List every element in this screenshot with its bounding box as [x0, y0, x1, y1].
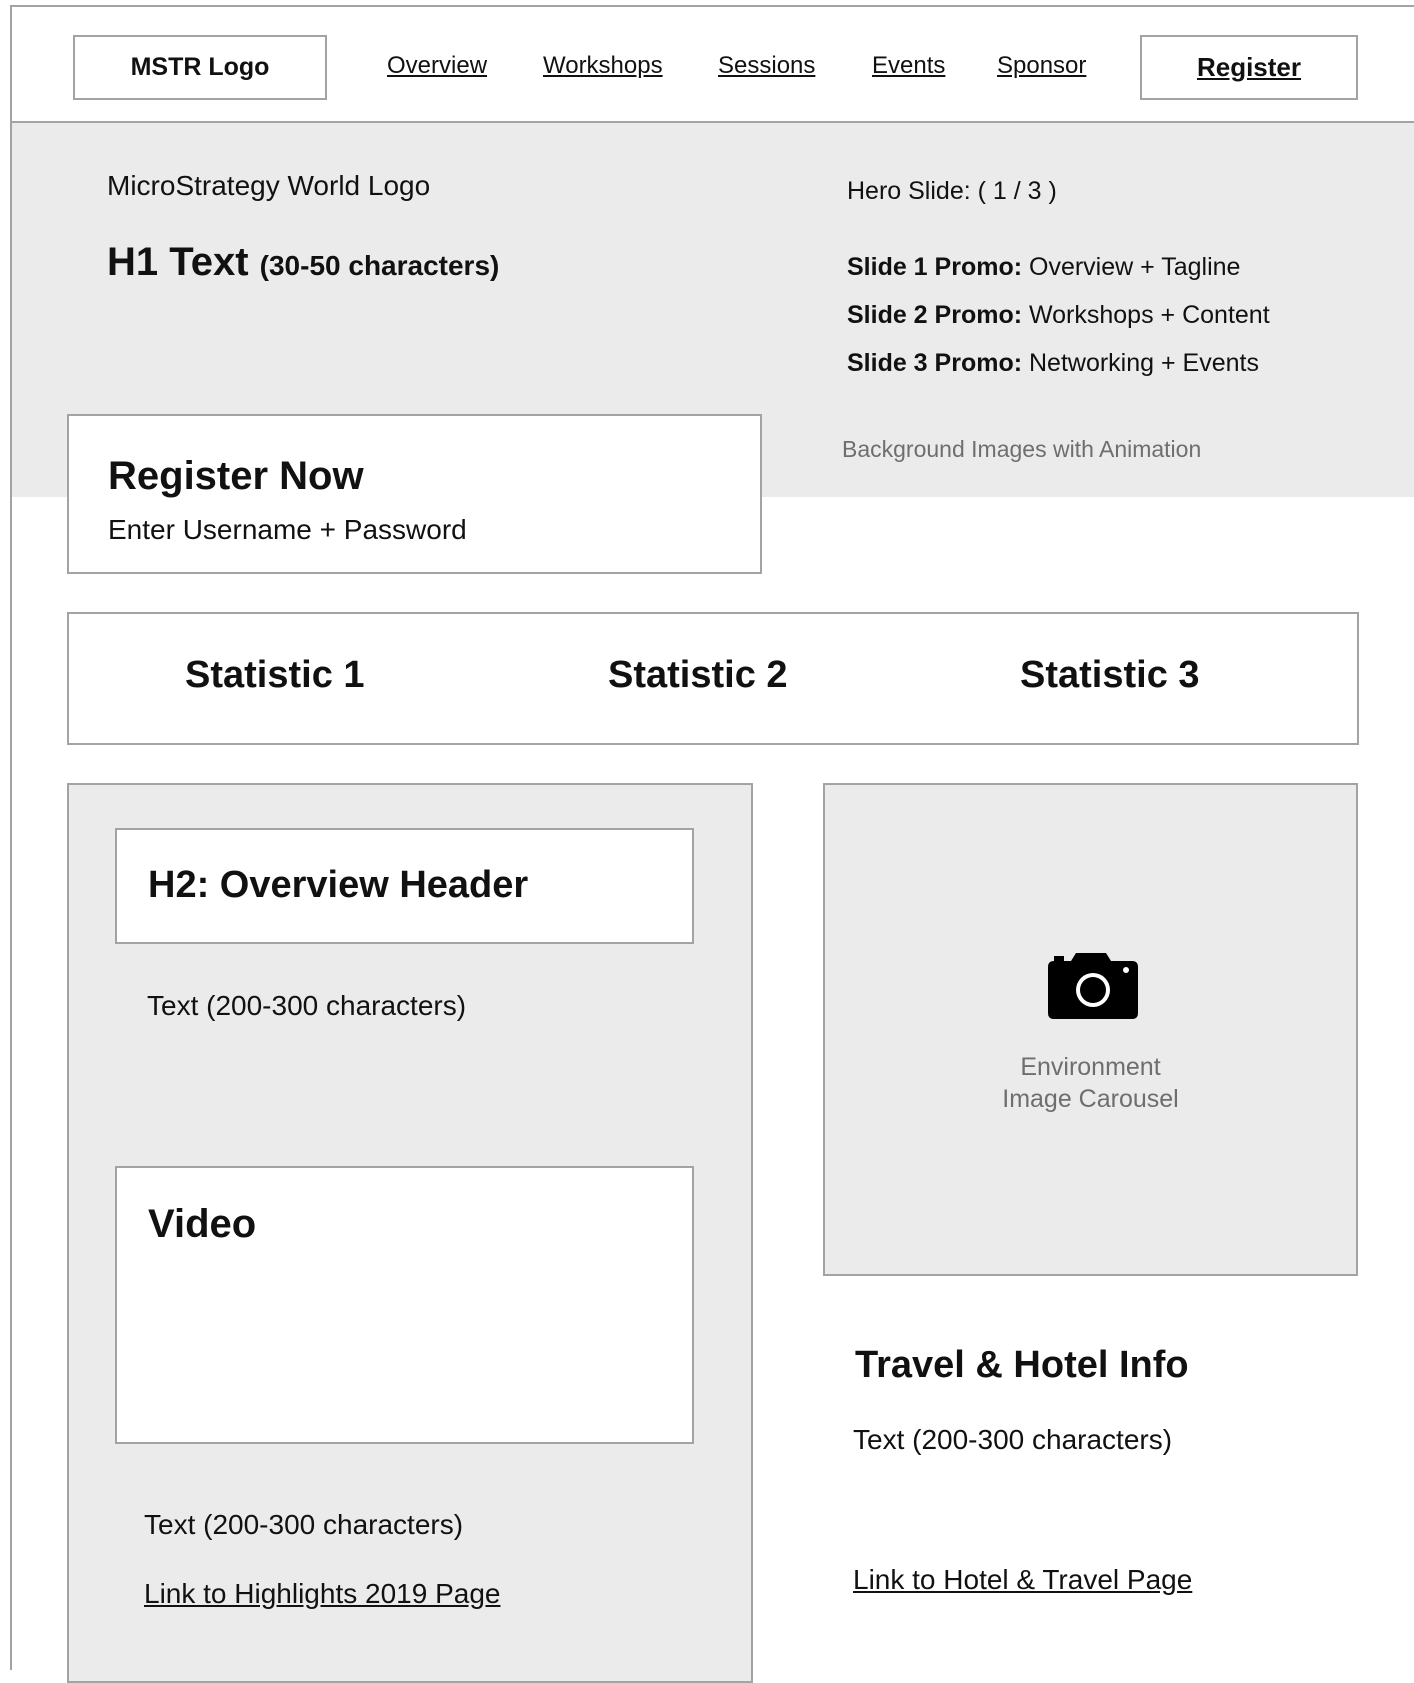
highlights-link[interactable]: Link to Highlights 2019 Page [144, 1578, 500, 1610]
nav-link-overview[interactable]: Overview [387, 52, 487, 80]
statistic-1: Statistic 1 [185, 654, 365, 696]
hero-slide-indicator: Hero Slide: ( 1 / 3 ) [847, 177, 1057, 205]
promo-text: Overview + Tagline [1029, 253, 1241, 281]
hero-background-note: Background Images with Animation [842, 436, 1202, 462]
environment-image-carousel[interactable]: Environment Image Carousel [823, 783, 1358, 1276]
travel-text: Text (200-300 characters) [853, 1424, 1173, 1455]
hero-h1-text: H1 Text [107, 240, 249, 284]
carousel-caption-line-1: Environment [1020, 1053, 1161, 1081]
promo-text: Workshops + Content [1029, 301, 1270, 329]
promo-text: Networking + Events [1029, 349, 1259, 377]
register-now-title: Register Now [108, 454, 364, 498]
nav-link-sessions[interactable]: Sessions [718, 52, 815, 80]
nav-link-workshops[interactable]: Workshops [543, 52, 663, 80]
statistic-3: Statistic 3 [1020, 654, 1200, 696]
nav-link-events[interactable]: Events [872, 52, 945, 80]
hero-h1-note: (30-50 characters) [259, 250, 500, 281]
hotel-travel-link[interactable]: Link to Hotel & Travel Page [853, 1564, 1192, 1596]
register-now-card[interactable]: Register Now Enter Username + Password [67, 414, 762, 574]
travel-header: Travel & Hotel Info [855, 1344, 1189, 1386]
promo-label: Slide 3 Promo: [847, 349, 1023, 377]
overview-text: Text (200-300 characters) [147, 990, 467, 1021]
register-now-subtitle: Enter Username + Password [108, 514, 467, 545]
statistics-bar: Statistic 1 Statistic 2 Statistic 3 [67, 612, 1359, 745]
hero-promo-1: Slide 1 Promo: Overview + Tagline [847, 253, 1240, 282]
overview-text-2: Text (200-300 characters) [144, 1509, 464, 1540]
hero-promo-2: Slide 2 Promo: Workshops + Content [847, 301, 1270, 330]
hero-h1: H1 Text (30-50 characters) [107, 240, 499, 285]
mstr-logo[interactable]: MSTR Logo [73, 35, 327, 100]
camera-icon [1048, 953, 1138, 1024]
video-player[interactable]: Video [115, 1166, 694, 1444]
hero-promo-3: Slide 3 Promo: Networking + Events [847, 349, 1259, 378]
nav-link-sponsor[interactable]: Sponsor [997, 52, 1086, 80]
overview-header: H2: Overview Header [148, 864, 529, 906]
carousel-caption-line-2: Image Carousel [1002, 1085, 1179, 1113]
video-label: Video [148, 1202, 257, 1246]
promo-label: Slide 1 Promo: [847, 253, 1023, 281]
promo-label: Slide 2 Promo: [847, 301, 1023, 329]
overview-header-box: H2: Overview Header [115, 828, 694, 944]
statistic-2: Statistic 2 [608, 654, 788, 696]
hero-logo-placeholder: MicroStrategy World Logo [107, 170, 431, 201]
register-button[interactable]: Register [1140, 35, 1358, 100]
